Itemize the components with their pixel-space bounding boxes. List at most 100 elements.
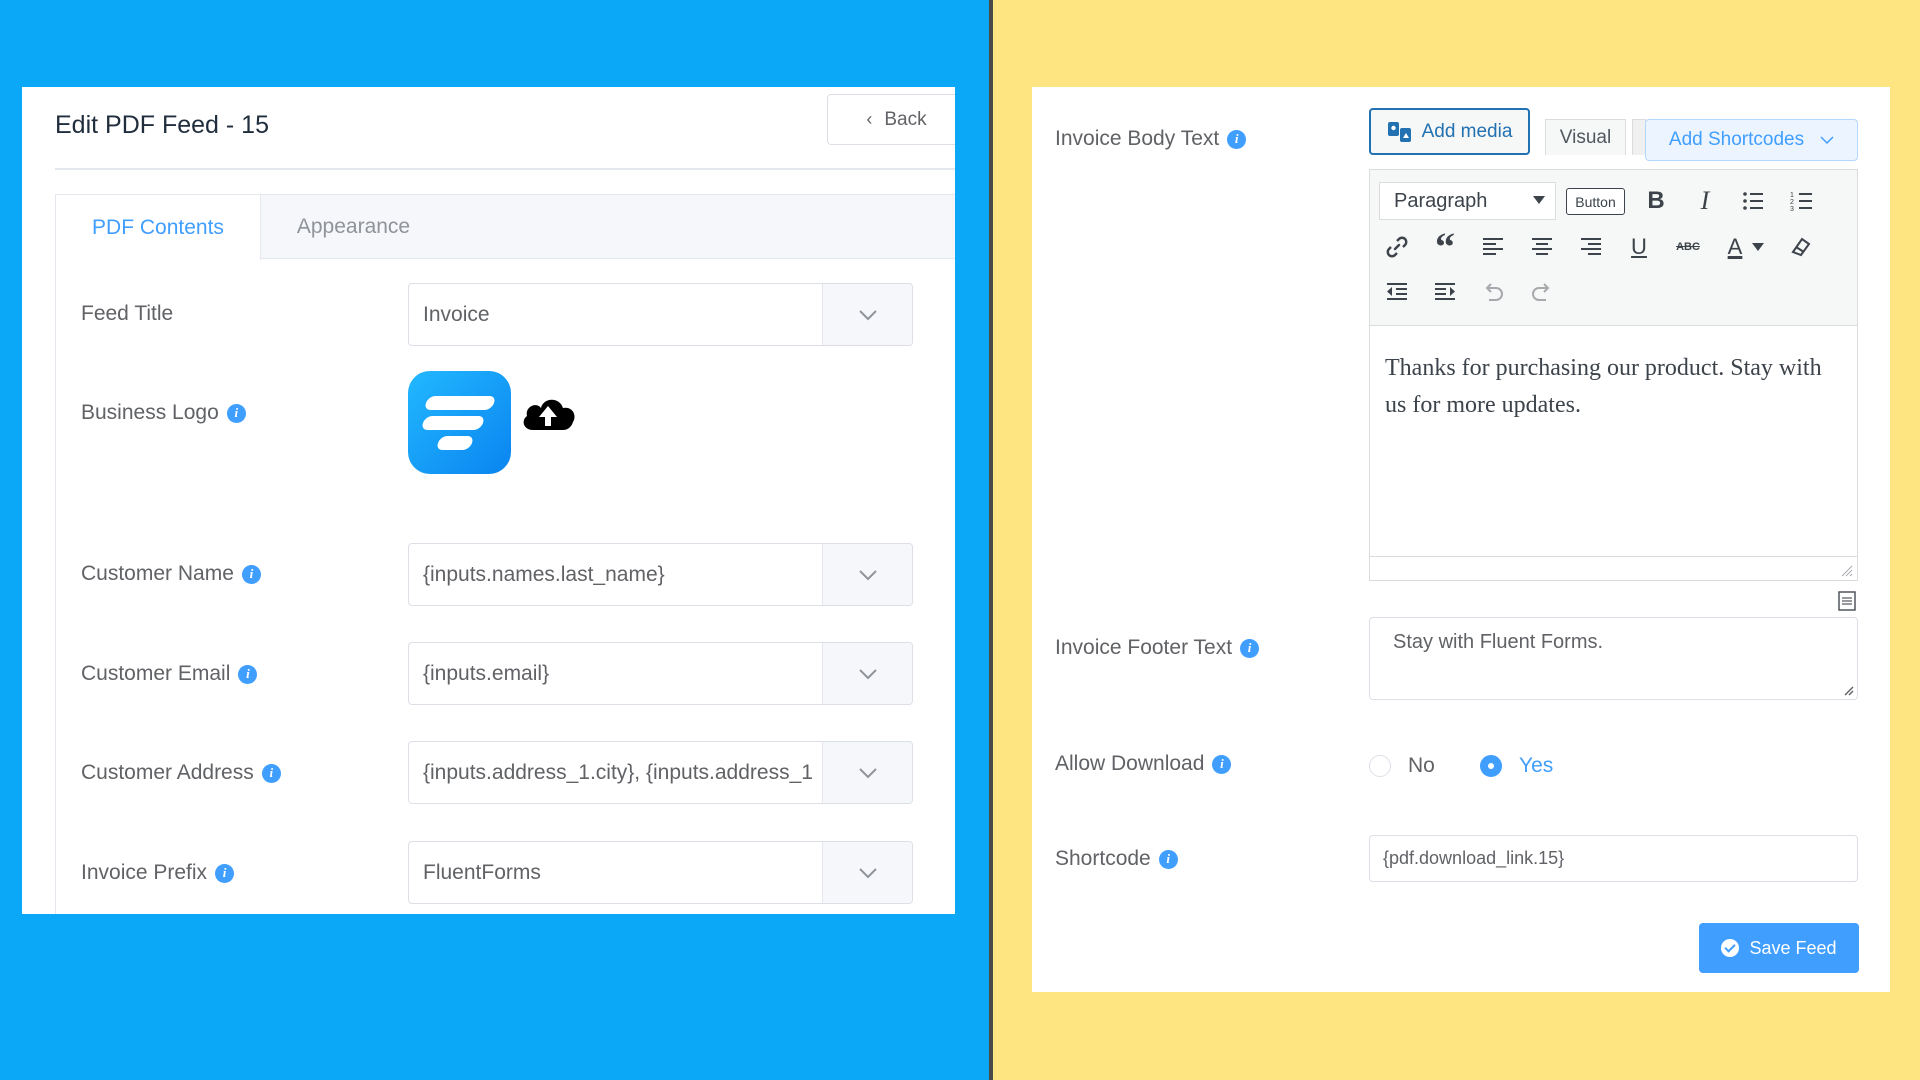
- info-icon[interactable]: i: [226, 403, 246, 423]
- logo-stripe: [423, 396, 497, 410]
- invoice-prefix-label: Invoice Prefix i: [81, 861, 235, 885]
- logo-stripe: [435, 436, 475, 450]
- invoice-footer-textarea[interactable]: Stay with Fluent Forms.: [1369, 617, 1858, 700]
- invoice-prefix-select[interactable]: FluentForms: [408, 841, 913, 904]
- info-icon[interactable]: i: [241, 564, 261, 584]
- body-text-editor[interactable]: Paragraph Button B I 123 “ U ABC A Thank…: [1369, 169, 1858, 581]
- shortcode-field[interactable]: {pdf.download_link.15}: [1369, 835, 1858, 882]
- align-right-icon[interactable]: [1574, 230, 1608, 264]
- indent-icon[interactable]: [1428, 275, 1462, 309]
- shortcode-label-text: Shortcode: [1055, 847, 1151, 870]
- business-logo-label: Business Logo i: [81, 401, 246, 425]
- radio-circle[interactable]: [1369, 755, 1391, 777]
- tab-appearance[interactable]: Appearance: [261, 195, 446, 259]
- back-button[interactable]: ‹ Back: [827, 94, 955, 145]
- undo-icon[interactable]: [1476, 275, 1510, 309]
- customer-address-value: {inputs.address_1.city}, {inputs.address…: [423, 761, 813, 784]
- tab-text[interactable]: [1632, 119, 1646, 155]
- feed-title-label: Feed Title: [81, 302, 173, 326]
- chevron-down-icon[interactable]: [822, 643, 912, 704]
- invoice-footer-value: Stay with Fluent Forms.: [1393, 631, 1604, 653]
- outdent-icon[interactable]: [1380, 275, 1414, 309]
- text-color-dropdown-icon[interactable]: [1748, 230, 1768, 264]
- info-icon[interactable]: i: [215, 863, 235, 883]
- numbered-list-icon[interactable]: 123: [1785, 184, 1819, 218]
- info-icon[interactable]: i: [1158, 849, 1178, 869]
- align-center-icon[interactable]: [1525, 230, 1559, 264]
- underline-icon[interactable]: U: [1622, 230, 1656, 264]
- business-logo-image: [408, 371, 511, 474]
- editor-body-content[interactable]: Thanks for purchasing our product. Stay …: [1385, 350, 1845, 424]
- cloud-upload-icon[interactable]: [519, 392, 577, 432]
- customer-name-label: Customer Name i: [81, 562, 261, 586]
- save-feed-label: Save Feed: [1749, 937, 1837, 958]
- chevron-left-icon: ‹: [866, 109, 873, 129]
- document-icon[interactable]: [1837, 590, 1857, 612]
- invoice-prefix-label-text: Invoice Prefix: [81, 861, 208, 884]
- chevron-down-icon: [1820, 135, 1834, 144]
- customer-name-select[interactable]: {inputs.names.last_name}: [408, 543, 913, 606]
- resize-handle-icon[interactable]: [1842, 684, 1854, 696]
- feed-title-value: Invoice: [423, 303, 490, 326]
- resize-handle-icon[interactable]: [1839, 563, 1853, 577]
- add-media-label: Add media: [1421, 120, 1513, 142]
- header-divider: [55, 168, 955, 170]
- info-icon[interactable]: i: [1227, 129, 1247, 149]
- check-circle-icon: [1721, 939, 1740, 957]
- page-title: Edit PDF Feed - 15: [55, 111, 269, 139]
- clear-formatting-icon[interactable]: [1783, 230, 1817, 264]
- bullet-list-icon[interactable]: [1736, 184, 1770, 218]
- editor-toolbar: Paragraph Button B I 123 “ U ABC A: [1370, 170, 1857, 326]
- redo-icon[interactable]: [1525, 275, 1559, 309]
- blockquote-icon[interactable]: “: [1428, 227, 1462, 267]
- add-shortcodes-button[interactable]: Add Shortcodes: [1645, 119, 1858, 161]
- strikethrough-icon[interactable]: ABC: [1671, 230, 1705, 264]
- chevron-down-icon[interactable]: [822, 284, 912, 345]
- feed-title-select[interactable]: Invoice: [408, 283, 913, 346]
- radio-label-no: No: [1408, 754, 1435, 777]
- info-icon[interactable]: i: [261, 763, 281, 783]
- tab-visual[interactable]: Visual: [1545, 119, 1626, 155]
- allow-download-yes-radio[interactable]: Yes: [1480, 754, 1553, 778]
- save-feed-button[interactable]: Save Feed: [1699, 923, 1859, 973]
- allow-download-label-text: Allow Download: [1055, 752, 1205, 775]
- allow-download-no-radio[interactable]: No: [1369, 754, 1435, 778]
- chevron-down-icon[interactable]: [822, 544, 912, 605]
- invoice-body-label-text: Invoice Body Text: [1055, 127, 1220, 150]
- invoice-body-label: Invoice Body Text i: [1055, 127, 1247, 151]
- add-media-button[interactable]: Add media: [1369, 108, 1530, 155]
- tab-bar: PDF Contents Appearance: [56, 195, 955, 260]
- text-color-icon[interactable]: A: [1718, 230, 1752, 264]
- format-select-value: Paragraph: [1394, 189, 1488, 212]
- logo-stripe: [420, 416, 486, 430]
- format-select[interactable]: Paragraph: [1379, 182, 1556, 220]
- customer-email-select[interactable]: {inputs.email}: [408, 642, 913, 705]
- tab-pdf-contents[interactable]: PDF Contents: [56, 195, 261, 260]
- invoice-footer-label-text: Invoice Footer Text: [1055, 636, 1233, 659]
- editor-statusbar: [1370, 556, 1857, 580]
- back-button-label: Back: [884, 108, 927, 130]
- info-icon[interactable]: i: [1240, 638, 1260, 658]
- button-shortcode-button[interactable]: Button: [1566, 188, 1625, 215]
- align-left-icon[interactable]: [1476, 230, 1510, 264]
- business-logo-label-text: Business Logo: [81, 401, 219, 424]
- customer-address-select[interactable]: {inputs.address_1.city}, {inputs.address…: [408, 741, 913, 804]
- allow-download-label: Allow Download i: [1055, 752, 1232, 776]
- invoice-settings-panel: Invoice Body Text i Add media Visual Add…: [1032, 87, 1890, 992]
- chevron-down-icon[interactable]: [822, 842, 912, 903]
- svg-text:2: 2: [1790, 199, 1794, 206]
- edit-pdf-feed-panel: Edit PDF Feed - 15 ‹ Back PDF Contents A…: [22, 87, 955, 914]
- link-icon[interactable]: [1380, 230, 1414, 264]
- info-icon[interactable]: i: [1212, 754, 1232, 774]
- svg-text:1: 1: [1790, 192, 1794, 199]
- media-icon: [1387, 121, 1411, 142]
- invoice-footer-label: Invoice Footer Text i: [1055, 636, 1260, 660]
- italic-icon[interactable]: I: [1688, 184, 1722, 218]
- radio-circle[interactable]: [1480, 755, 1502, 777]
- chevron-down-icon[interactable]: [822, 742, 912, 803]
- add-shortcodes-label: Add Shortcodes: [1668, 129, 1805, 150]
- info-icon[interactable]: i: [238, 664, 258, 684]
- shortcode-label: Shortcode i: [1055, 847, 1178, 871]
- customer-email-label: Customer Email i: [81, 662, 258, 686]
- bold-icon[interactable]: B: [1639, 184, 1673, 218]
